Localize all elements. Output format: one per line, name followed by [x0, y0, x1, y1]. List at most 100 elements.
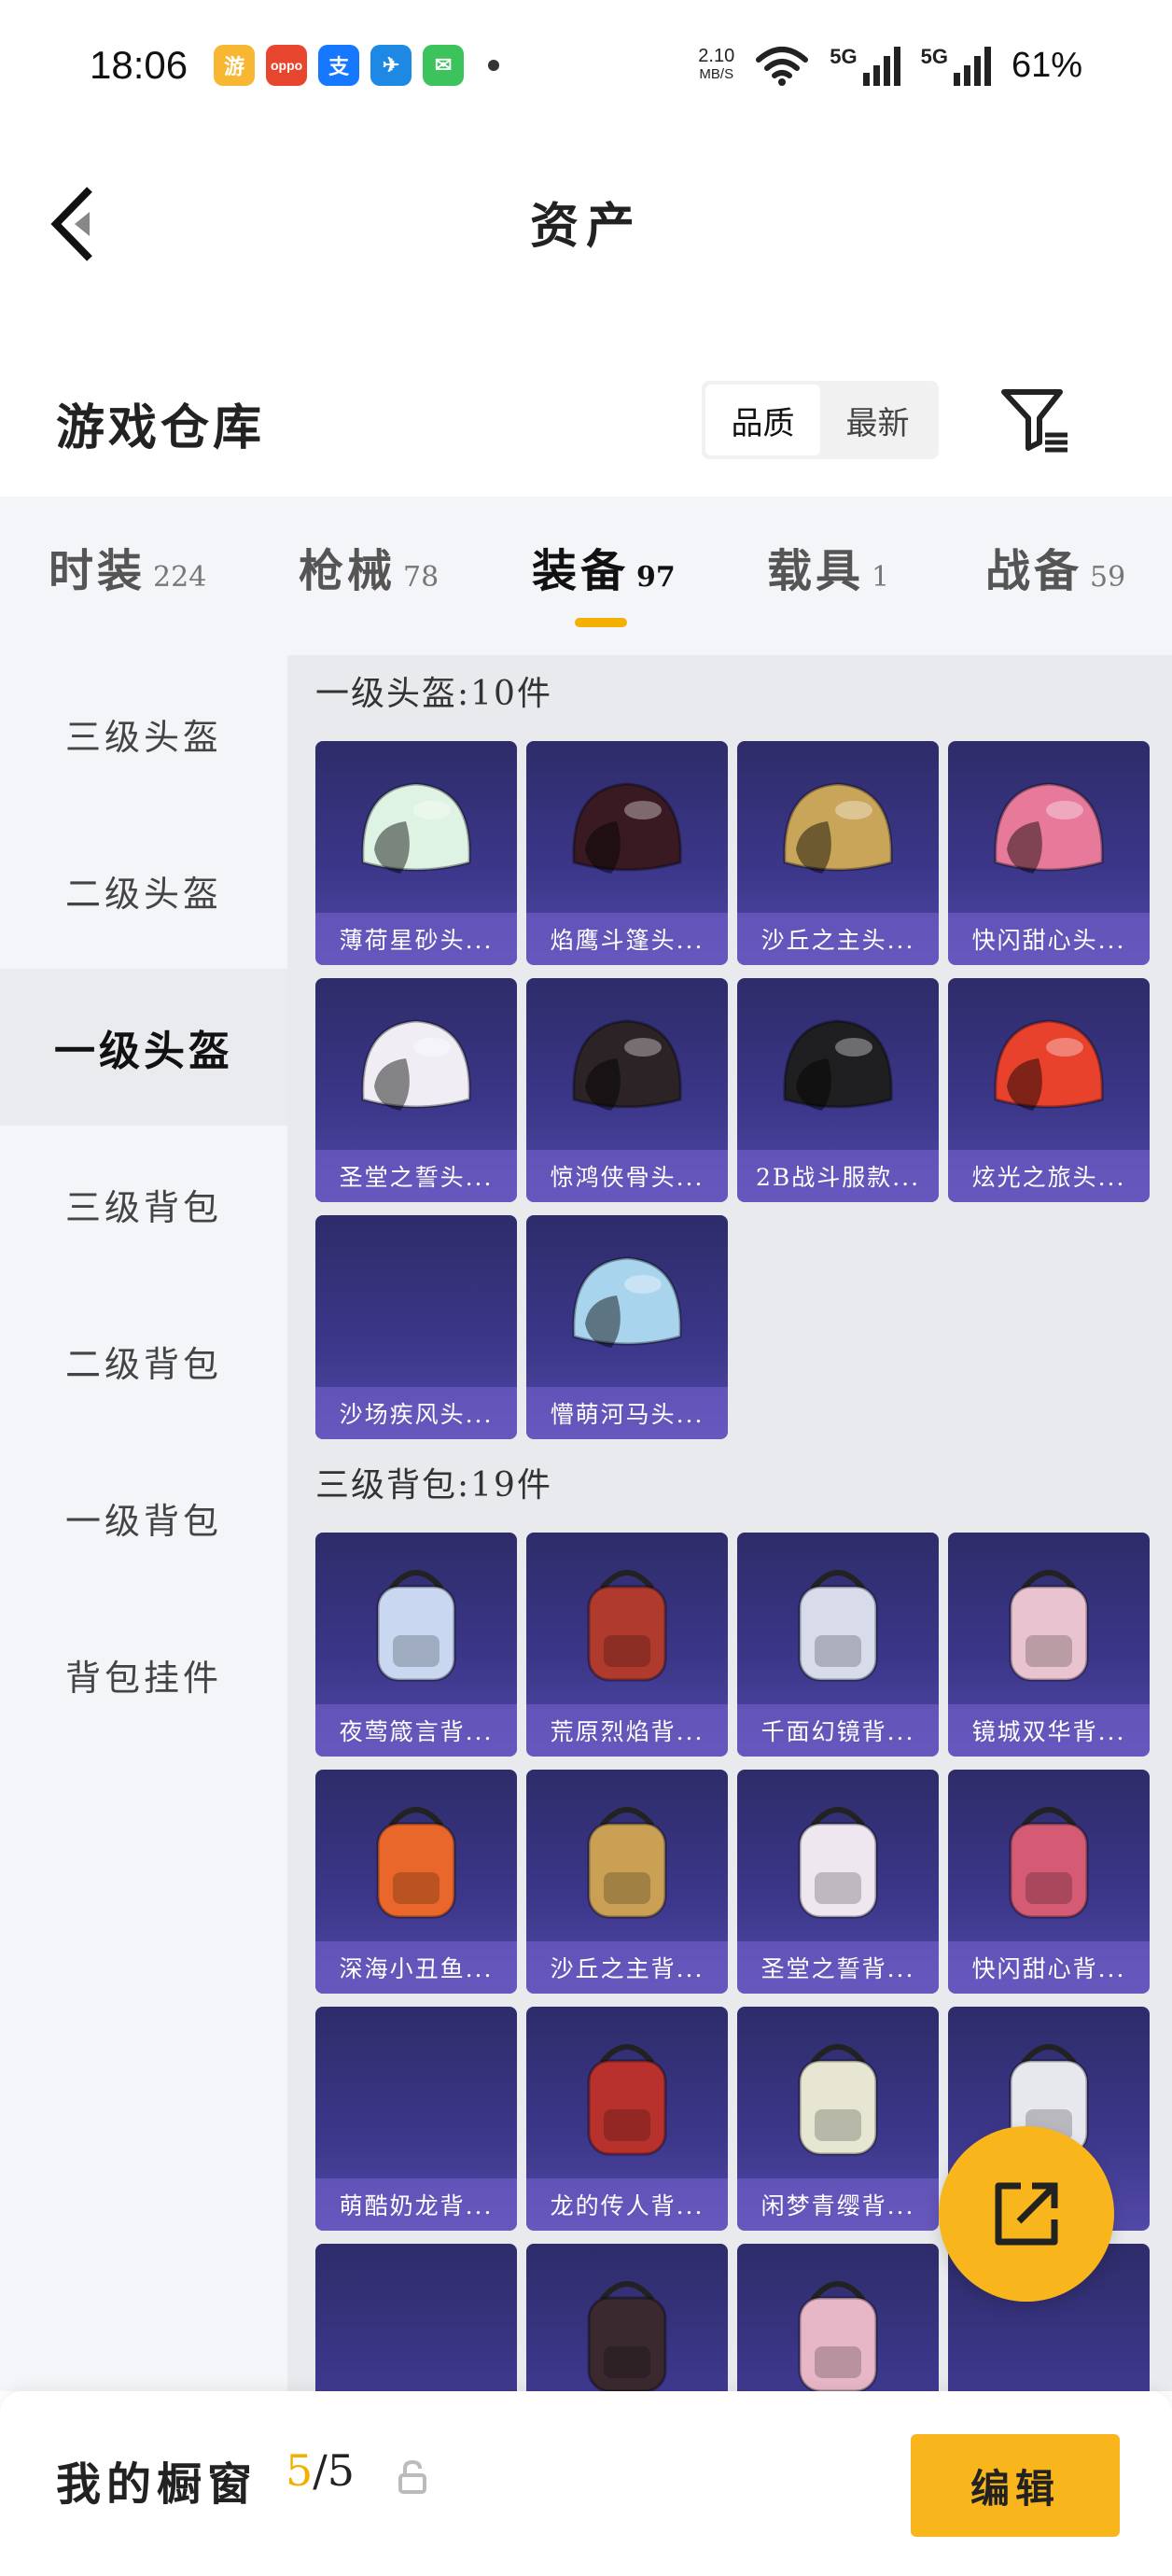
helmet-icon — [783, 1019, 893, 1111]
tab-equipment[interactable]: 装备 97 — [532, 534, 676, 599]
clock: 18:06 — [90, 43, 188, 87]
item-card[interactable]: 沙丘之主背... — [526, 1770, 728, 1994]
lock-icon — [398, 2459, 426, 2494]
item-name: 快闪甜心头... — [948, 913, 1150, 965]
tab-label: 战备 — [985, 545, 1083, 597]
item-card[interactable]: 焰鹰斗篷头... — [526, 741, 728, 965]
tab-supplies[interactable]: 战备 59 — [985, 534, 1125, 599]
item-card[interactable]: 千面幻镜背... — [737, 1533, 939, 1757]
tab-fashion[interactable]: 时装 224 — [49, 534, 206, 599]
item-name: 2B战斗服款... — [737, 1150, 939, 1202]
item-card[interactable]: 萌酷奶龙背... — [315, 2007, 517, 2231]
item-card[interactable]: 夜莺箴言背... — [315, 1533, 517, 1757]
tab-count: 78 — [403, 561, 440, 594]
status-bar: 18:06 游 oppo 支 ✈ ✉ 2.10 MB/S 5G 5G 61% — [0, 0, 1172, 131]
messages-icon: ✉ — [423, 45, 465, 86]
item-card[interactable]: 圣堂之誓背... — [737, 1770, 939, 1994]
showcase-current: 5 — [286, 2445, 314, 2496]
backpack-icon — [587, 1807, 667, 1919]
filter-icon[interactable] — [998, 383, 1073, 457]
item-name: 龙的传人背... — [526, 2178, 728, 2231]
backpack-icon — [1009, 1807, 1089, 1919]
item-name: 圣堂之誓背... — [737, 1941, 939, 1994]
sort-newest-button[interactable]: 最新 — [820, 385, 935, 455]
wifi-icon — [756, 47, 809, 86]
tab-count: 97 — [636, 561, 676, 594]
item-card[interactable]: 圣堂之誓头... — [315, 978, 517, 1202]
sort-quality-button[interactable]: 品质 — [705, 385, 820, 455]
active-tab-indicator — [575, 618, 627, 627]
item-name: 夜莺箴言背... — [315, 1704, 517, 1757]
item-name: 萌酷奶龙背... — [315, 2178, 517, 2231]
item-card[interactable]: 荒原烈焰背... — [526, 1533, 728, 1757]
signal-icon-1: 5G — [830, 45, 900, 86]
tab-weapons[interactable]: 枪械 78 — [299, 534, 439, 599]
sidebar-item-level1-backpack[interactable]: 一级背包 — [0, 1439, 287, 1596]
sidebar-item-level3-backpack[interactable]: 三级背包 — [0, 1126, 287, 1282]
item-card[interactable] — [526, 2244, 728, 2391]
item-card[interactable]: 快闪甜心头... — [948, 741, 1150, 965]
signal-2-label: 5G — [920, 45, 948, 68]
backpack-icon — [798, 2044, 878, 2156]
showcase-count: 5/5 — [286, 2445, 355, 2496]
edit-button[interactable]: 编辑 — [911, 2434, 1120, 2537]
showcase-total: /5 — [313, 2445, 356, 2496]
feishu-icon: ✈ — [370, 45, 412, 86]
game-app-icon: 游 — [214, 45, 256, 86]
item-card[interactable]: 炫光之旅头... — [948, 978, 1150, 1202]
network-speed: 2.10 MB/S — [698, 47, 734, 84]
tab-label: 装备 — [532, 545, 630, 597]
item-name: 沙丘之主头... — [737, 913, 939, 965]
item-card[interactable] — [315, 2244, 517, 2391]
item-card[interactable]: 镜城双华背... — [948, 1533, 1150, 1757]
oppo-store-icon: oppo — [266, 45, 308, 86]
tab-count: 224 — [153, 561, 207, 594]
sidebar-item-backpack-charm[interactable]: 背包挂件 — [0, 1596, 287, 1753]
item-card[interactable]: 懵萌河马头... — [526, 1215, 728, 1439]
showcase-bar: 我的橱窗 5/5 编辑 — [0, 2391, 1172, 2576]
battery-level: 61% — [1011, 45, 1082, 85]
item-card[interactable]: 沙丘之主头... — [737, 741, 939, 965]
sidebar-item-level3-helmet[interactable]: 三级头盔 — [0, 655, 287, 812]
group-title: 三级背包:19件 — [315, 1466, 552, 1505]
item-card[interactable]: 薄荷星砂头... — [315, 741, 517, 965]
sort-toggle: 品质 最新 — [702, 381, 939, 459]
item-name: 深海小丑鱼... — [315, 1941, 517, 1994]
item-name: 惊鸿侠骨头... — [526, 1150, 728, 1202]
sidebar-item-level1-helmet[interactable]: 一级头盔 — [0, 969, 287, 1126]
share-button[interactable] — [939, 2126, 1114, 2302]
helmet-icon — [572, 782, 682, 874]
item-card[interactable]: 2B战斗服款... — [737, 978, 939, 1202]
backpack-icon — [587, 2281, 667, 2391]
item-name: 镜城双华背... — [948, 1704, 1150, 1757]
category-tabs: 时装 224 枪械 78 装备 97 载具 1 战备 59 — [0, 497, 1172, 655]
tab-label: 枪械 — [299, 545, 397, 597]
item-card[interactable]: 惊鸿侠骨头... — [526, 978, 728, 1202]
signal-icon-2: 5G — [921, 45, 991, 86]
warehouse-header: 游戏仓库 品质 最新 — [0, 373, 1172, 467]
showcase-label: 我的橱窗 — [56, 2458, 258, 2511]
item-card[interactable] — [737, 2244, 939, 2391]
item-name: 快闪甜心背... — [948, 1941, 1150, 1994]
sidebar-item-level2-helmet[interactable]: 二级头盔 — [0, 812, 287, 969]
backpack-icon — [587, 1570, 667, 1682]
backpack-icon — [587, 2044, 667, 2156]
item-card[interactable]: 龙的传人背... — [526, 2007, 728, 2231]
item-name: 闲梦青缨背... — [737, 2178, 939, 2231]
tab-label: 载具 — [767, 545, 865, 597]
backpack-icon — [798, 1570, 878, 1682]
item-card[interactable]: 快闪甜心背... — [948, 1770, 1150, 1994]
tab-count: 1 — [872, 561, 890, 594]
item-card[interactable]: 闲梦青缨背... — [737, 2007, 939, 2231]
tab-label: 时装 — [49, 545, 146, 597]
notification-icons: 游 oppo 支 ✈ ✉ — [214, 45, 500, 86]
item-card[interactable]: 深海小丑鱼... — [315, 1770, 517, 1994]
helmet-icon — [361, 1019, 471, 1111]
item-name: 懵萌河马头... — [526, 1387, 728, 1439]
tab-vehicles[interactable]: 载具 1 — [767, 534, 889, 599]
signal-1-label: 5G — [830, 45, 858, 68]
subcategory-sidebar: 三级头盔 二级头盔 一级头盔 三级背包 二级背包 一级背包 背包挂件 — [0, 655, 287, 2391]
sidebar-item-level2-backpack[interactable]: 二级背包 — [0, 1282, 287, 1439]
item-card[interactable]: 沙场疾风头... — [315, 1215, 517, 1439]
backpack-icon — [1009, 1570, 1089, 1682]
